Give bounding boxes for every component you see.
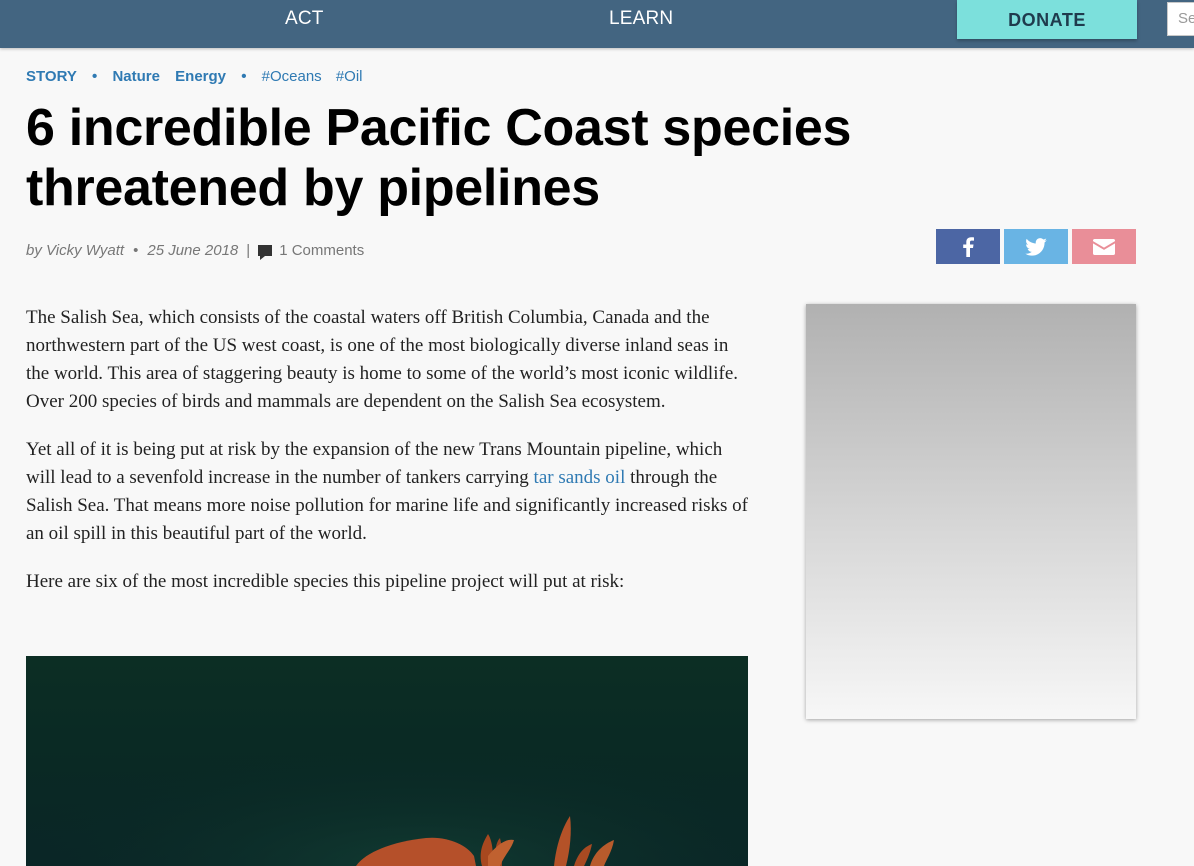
octopus-image [26,656,748,866]
nav-act-link[interactable]: ACT [285,8,324,30]
category-energy-link[interactable]: Energy [175,68,226,85]
donate-button[interactable]: DONATE [957,0,1137,39]
article-tags: STORY • Nature Energy • #Oceans #Oil [26,68,373,85]
article-paragraph: Yet all of it is being put at risk by th… [26,436,748,548]
sidebar-ad-placeholder [806,304,1136,719]
share-twitter-button[interactable] [1004,229,1068,264]
top-navigation-bar: ACT LEARN DONATE Se [0,0,1194,48]
hashtag-oceans-link[interactable]: #Oceans [262,68,322,85]
comments-link[interactable]: 1 Comments [279,242,364,259]
tag-separator: • [241,68,247,85]
hashtag-oil-link[interactable]: #Oil [336,68,363,85]
nav-learn-link[interactable]: LEARN [609,8,673,30]
article-paragraph: The Salish Sea, which consists of the co… [26,307,738,412]
tar-sands-oil-link[interactable]: tar sands oil [534,467,626,488]
article-title: 6 incredible Pacific Coast species threa… [26,99,852,217]
share-facebook-button[interactable] [936,229,1000,264]
comment-icon [258,245,273,260]
facebook-icon [963,236,974,257]
article-byline: by Vicky Wyatt • 25 June 2018 | 1 Comments [26,242,364,260]
article-paragraph: Here are six of the most incredible spec… [26,571,625,592]
article-hero-image [26,656,748,866]
byline-pipe: | [246,242,251,259]
twitter-icon [1025,237,1047,256]
story-type-tag[interactable]: STORY [26,68,77,85]
envelope-icon [1093,238,1115,255]
author-name[interactable]: by Vicky Wyatt [26,242,124,259]
category-nature-link[interactable]: Nature [112,68,160,85]
search-input[interactable]: Se [1167,2,1194,36]
article-body: The Salish Sea, which consists of the co… [26,304,748,616]
byline-separator: • [133,242,139,259]
tag-separator: • [92,68,98,85]
publish-date: 25 June 2018 [147,242,239,259]
share-email-button[interactable] [1072,229,1136,264]
